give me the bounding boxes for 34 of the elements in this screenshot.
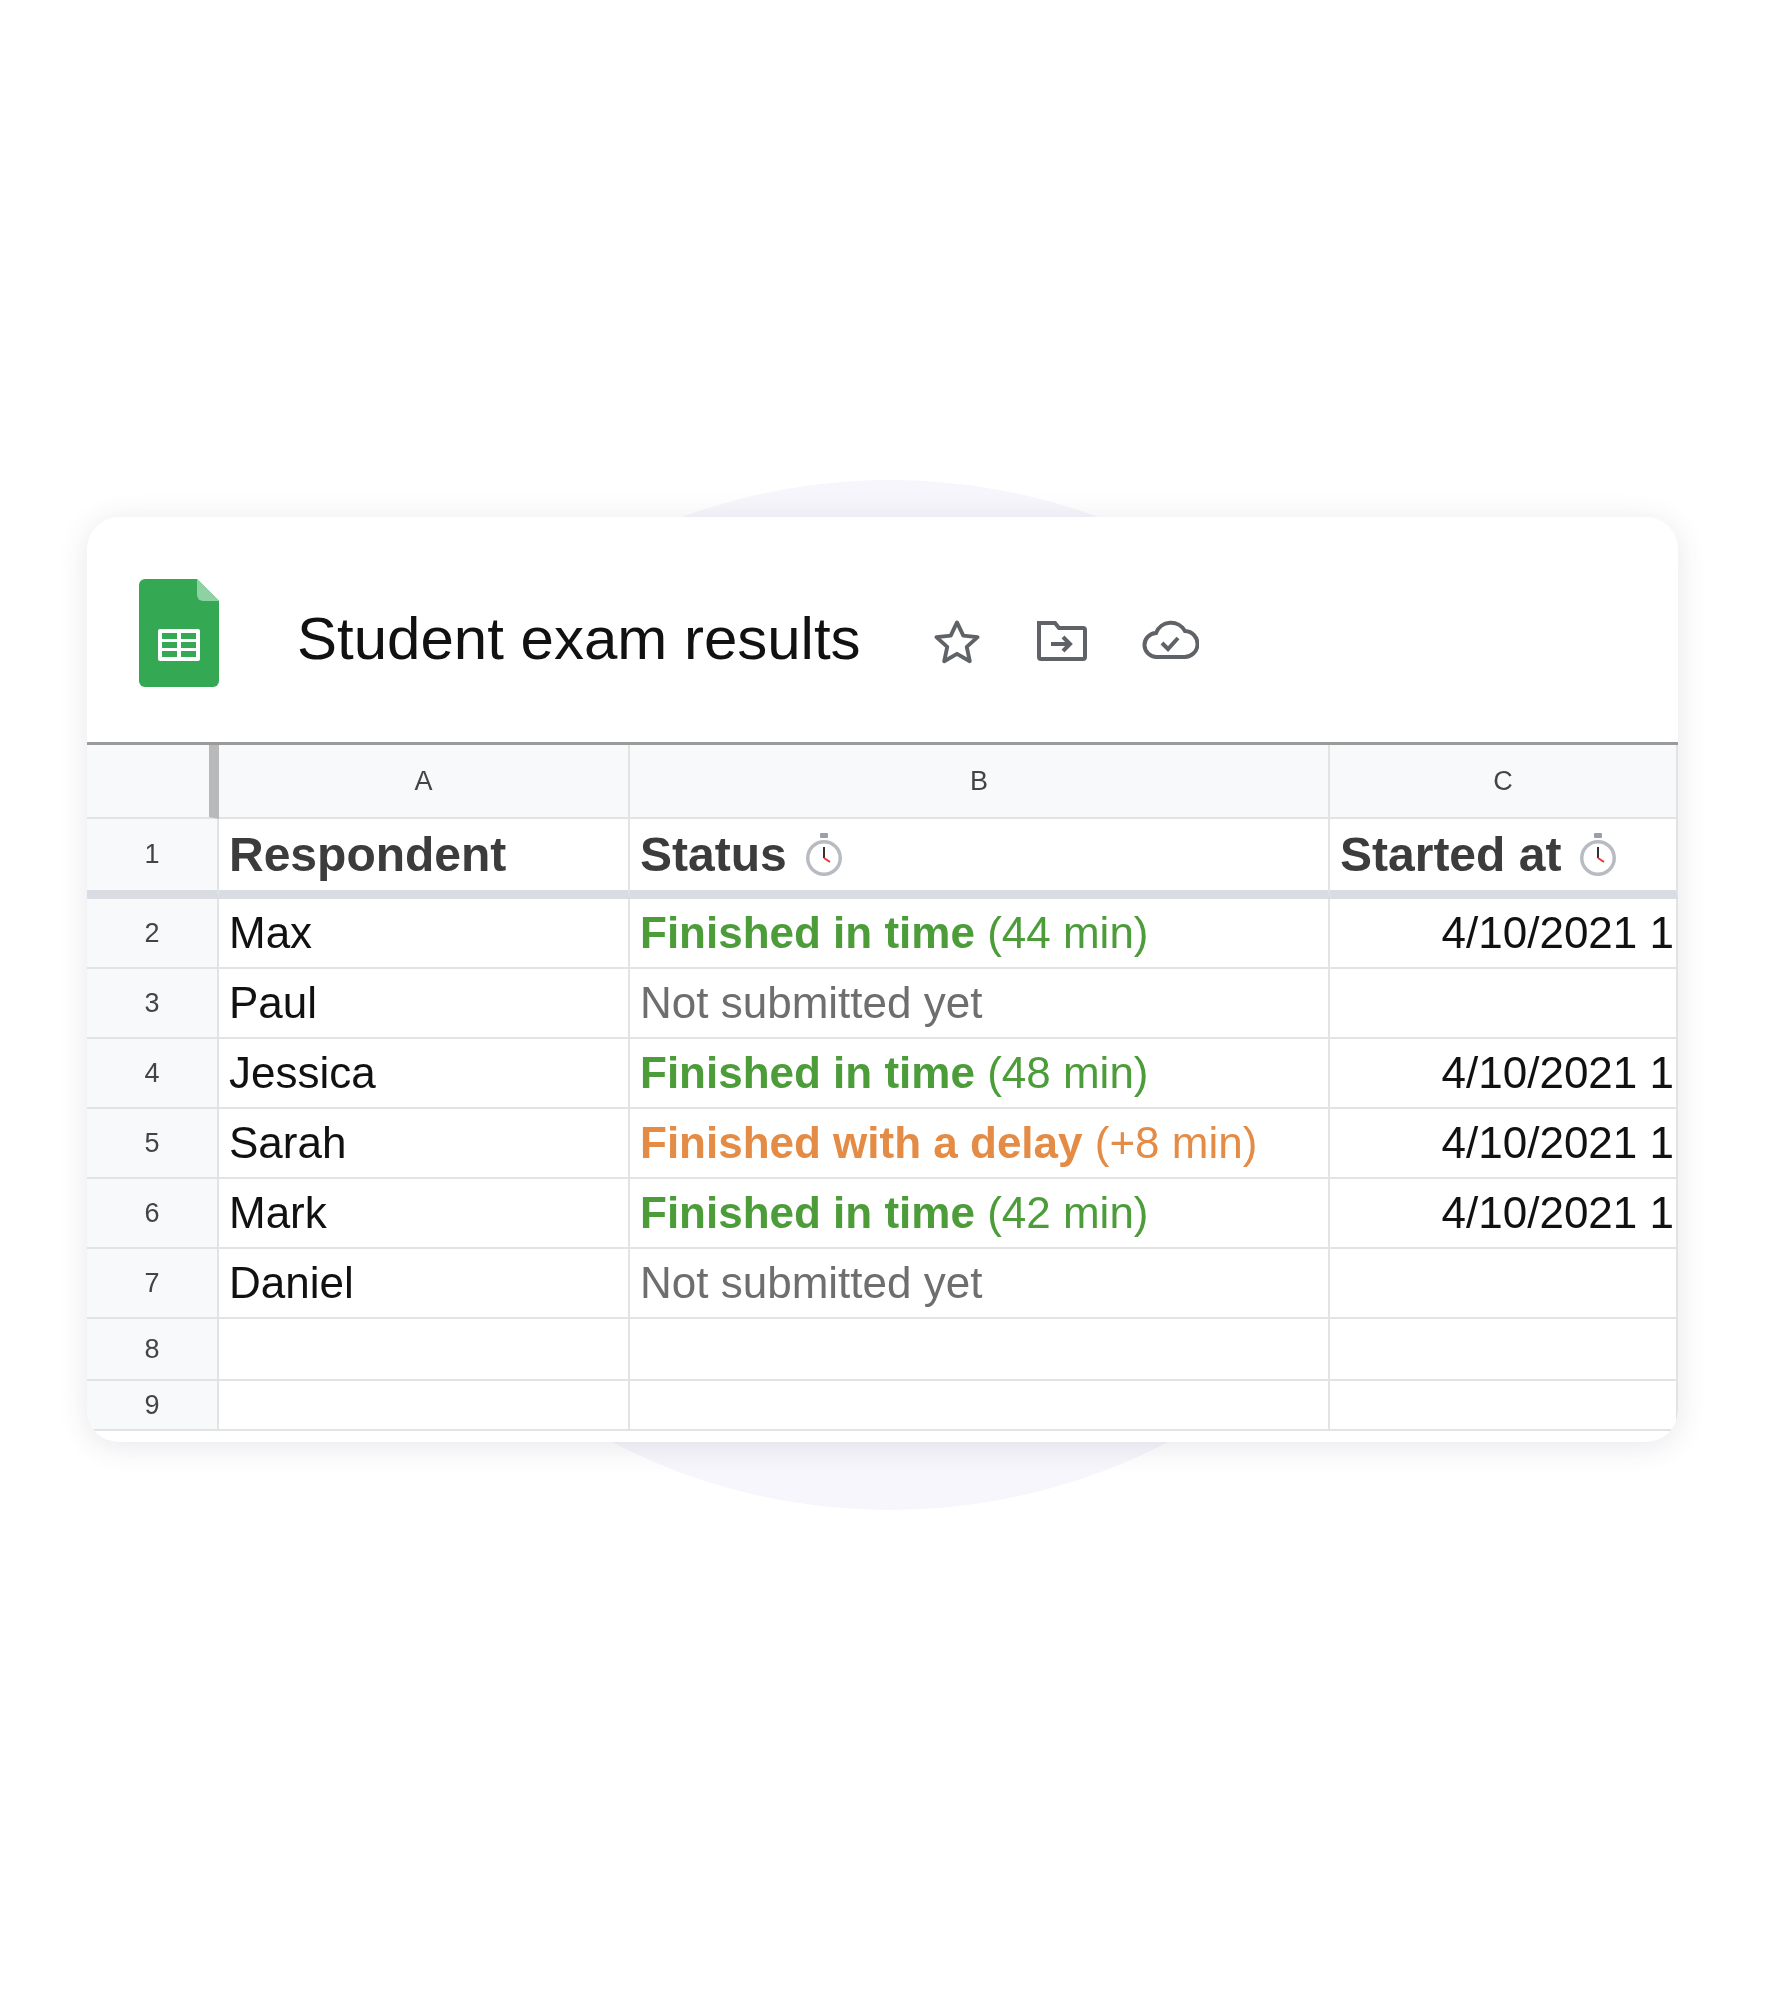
status-cell: Not submitted yet <box>630 969 1330 1039</box>
table-cell: Jessica <box>219 1039 630 1109</box>
column-header[interactable]: C <box>1330 745 1678 819</box>
spreadsheet-logo-icon[interactable] <box>139 579 219 687</box>
column-header[interactable]: B <box>630 745 1330 819</box>
column-header[interactable]: A <box>219 745 630 819</box>
status-cell: Finished in time (44 min) <box>630 899 1330 969</box>
document-title: Student exam results <box>297 604 861 669</box>
row-number[interactable]: 4 <box>87 1039 219 1109</box>
table-cell: 4/10/2021 1 <box>1330 1179 1678 1249</box>
header-cell-text: Started at <box>1340 826 1562 883</box>
table-cell: 4/10/2021 1 <box>1330 1109 1678 1179</box>
table-cell: Max <box>219 899 630 969</box>
status-cell: Finished with a delay (+8 min) <box>630 1109 1330 1179</box>
row-number[interactable]: 7 <box>87 1249 219 1319</box>
row-number[interactable]: 5 <box>87 1109 219 1179</box>
row-number[interactable]: 9 <box>87 1381 219 1431</box>
table-cell: Paul <box>219 969 630 1039</box>
row-number[interactable]: 2 <box>87 899 219 969</box>
table-cell: Mark <box>219 1179 630 1249</box>
status-cell: Not submitted yet <box>630 1249 1330 1319</box>
table-cell: 4/10/2021 1 <box>1330 899 1678 969</box>
status-cell: Finished in time (48 min) <box>630 1039 1330 1109</box>
row-number[interactable]: 3 <box>87 969 219 1039</box>
header-cell-text: Respondent <box>229 826 507 883</box>
header-cell-text: Status <box>640 826 787 883</box>
table-cell: 4/10/2021 1 <box>1330 1039 1678 1109</box>
row-number[interactable]: 1 <box>87 819 219 899</box>
status-cell: Finished in time (42 min) <box>630 1179 1330 1249</box>
row-number[interactable]: 6 <box>87 1179 219 1249</box>
corner-cell[interactable] <box>87 745 219 819</box>
table-cell: Daniel <box>219 1249 630 1319</box>
table-cell: Sarah <box>219 1109 630 1179</box>
row-number[interactable]: 8 <box>87 1319 219 1381</box>
